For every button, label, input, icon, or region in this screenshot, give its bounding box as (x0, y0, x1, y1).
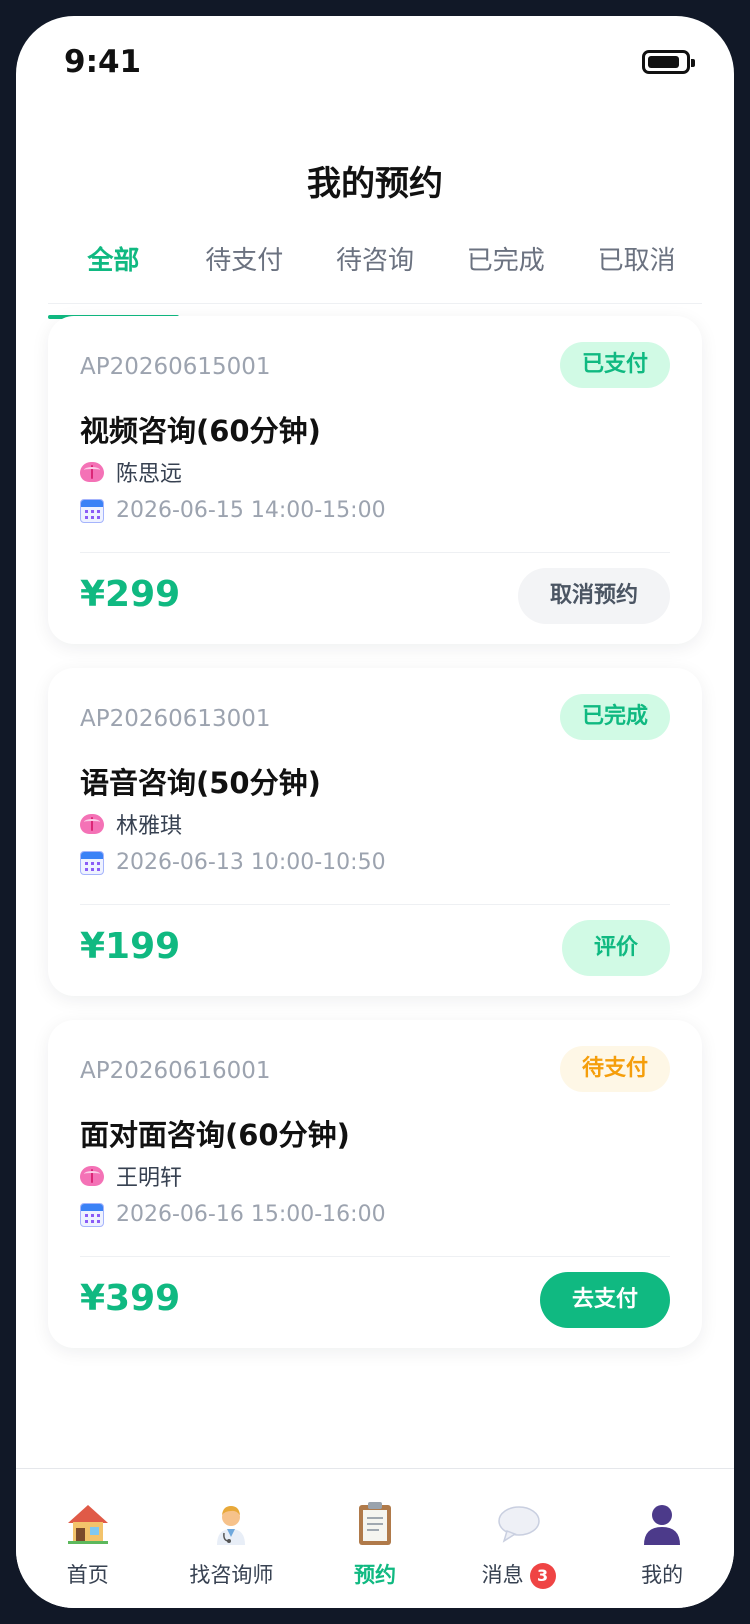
tabbar-label: 预约 (353, 1563, 396, 1587)
review-button[interactable]: 评价 (561, 920, 670, 976)
price: ¥399 (80, 1278, 181, 1319)
filter-tabs: 全部 待支付 待咨询 已完成 已取消 (48, 234, 702, 319)
appointment-card[interactable]: AP20260613001 已完成 语音咨询(50分钟) 林雅琪 2026-06… (48, 668, 702, 996)
service-title: 面对面咨询(60分钟) (80, 1118, 350, 1152)
status-badge: 已完成 (559, 694, 670, 740)
tabbar-item-messages[interactable]: 消息 3 (447, 1469, 591, 1608)
order-number: AP20260616001 (80, 1058, 271, 1084)
status-bar: 9:41 (16, 16, 734, 106)
tab-cancelled[interactable]: 已取消 (571, 234, 702, 303)
service-title: 视频咨询(60分钟) (80, 414, 321, 448)
order-number: AP20260613001 (80, 706, 271, 732)
status-badge: 待支付 (559, 1046, 670, 1092)
tab-pending-payment[interactable]: 待支付 (179, 234, 310, 303)
clipboard-icon (358, 1502, 391, 1545)
time-row: 2026-06-13 10:00-10:50 (80, 850, 386, 875)
counselor-name: 陈思远 (116, 462, 183, 487)
time-row: 2026-06-16 15:00-16:00 (80, 1202, 386, 1227)
tabbar-item-find-counselor[interactable]: 找咨询师 (160, 1469, 304, 1608)
status-time: 9:41 (64, 44, 142, 80)
counselor-row: 王明轩 (80, 1160, 182, 1192)
tabbar-label-text: 消息 (481, 1563, 524, 1587)
phone-screen: 9:41 我的预约 全部 待支付 待咨询 已完成 已取消 AP202606150… (16, 16, 734, 1608)
calendar-icon (80, 850, 104, 875)
divider (80, 904, 670, 905)
tabbar-item-profile[interactable]: 我的 (590, 1469, 734, 1608)
pay-button[interactable]: 去支付 (539, 1272, 670, 1328)
person-icon (644, 1505, 681, 1545)
appointment-time: 2026-06-15 14:00-15:00 (116, 498, 386, 523)
tabbar-item-home[interactable]: 首页 (16, 1469, 160, 1608)
battery-icon (642, 50, 695, 74)
appointment-card[interactable]: AP20260615001 已支付 视频咨询(60分钟) 陈思远 2026-06… (48, 316, 702, 644)
tabbar-label: 消息 3 (447, 1559, 591, 1589)
brain-icon (80, 462, 104, 482)
order-number: AP20260615001 (80, 354, 271, 380)
appointment-time: 2026-06-13 10:00-10:50 (116, 850, 386, 875)
appointment-time: 2026-06-16 15:00-16:00 (116, 1202, 386, 1227)
speech-bubble-icon (497, 1506, 540, 1543)
divider (80, 1256, 670, 1257)
tabbar-label: 找咨询师 (189, 1563, 274, 1587)
brain-icon (80, 1166, 104, 1186)
calendar-icon (80, 498, 104, 523)
time-row: 2026-06-15 14:00-15:00 (80, 498, 386, 523)
calendar-icon (80, 1202, 104, 1227)
price: ¥199 (80, 926, 181, 967)
tab-completed[interactable]: 已完成 (440, 234, 571, 303)
tab-all[interactable]: 全部 (48, 234, 179, 319)
price: ¥299 (80, 574, 181, 615)
appointment-card[interactable]: AP20260616001 待支付 面对面咨询(60分钟) 王明轩 2026-0… (48, 1020, 702, 1348)
divider (80, 552, 670, 553)
unread-count-badge: 3 (529, 1563, 556, 1589)
counselor-row: 林雅琪 (80, 808, 182, 840)
brain-icon (80, 814, 104, 834)
counselor-name: 林雅琪 (116, 814, 183, 839)
counselor-row: 陈思远 (80, 456, 182, 488)
tabbar-label: 我的 (641, 1563, 684, 1587)
tabbar-item-appointments[interactable]: 预约 (303, 1469, 447, 1608)
appointment-list: AP20260615001 已支付 视频咨询(60分钟) 陈思远 2026-06… (48, 316, 702, 1372)
page-title: 我的预约 (307, 164, 443, 204)
doctor-icon (217, 1506, 246, 1545)
tab-pending-consult[interactable]: 待咨询 (310, 234, 441, 303)
cancel-appointment-button[interactable]: 取消预约 (517, 568, 670, 624)
tabbar-label: 首页 (66, 1563, 109, 1587)
service-title: 语音咨询(50分钟) (80, 766, 321, 800)
house-icon (67, 1505, 108, 1544)
counselor-name: 王明轩 (116, 1166, 183, 1191)
status-badge: 已支付 (559, 342, 670, 388)
bottom-tabbar: 首页 找咨询师 预约 消息 3 我的 (16, 1468, 734, 1608)
